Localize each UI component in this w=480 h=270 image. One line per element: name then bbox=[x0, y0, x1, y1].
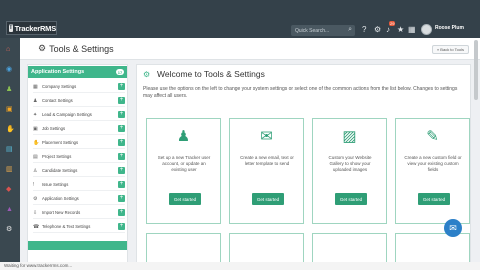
sidebar-item-telephone-text-settings[interactable]: ☎ Telephone & Text Settings + bbox=[33, 221, 125, 233]
user-icon: ♙ bbox=[33, 167, 38, 174]
expand-icon[interactable]: + bbox=[118, 111, 125, 118]
card-text: Set up a new Tracker user account, or up… bbox=[157, 155, 211, 172]
chart-icon[interactable]: ▲ bbox=[6, 206, 13, 214]
notification-badge: 29 bbox=[389, 21, 396, 26]
person-icon: ♟ bbox=[33, 97, 38, 104]
folder-icon[interactable]: ▤ bbox=[6, 146, 13, 154]
search-icon: ⌕ bbox=[348, 26, 352, 33]
sidebar-item-label: Placement Settings bbox=[42, 140, 79, 145]
get-started-button[interactable]: Get started bbox=[252, 193, 284, 205]
gear-icon[interactable]: ⚙ bbox=[374, 26, 381, 34]
expand-icon[interactable]: + bbox=[118, 195, 125, 202]
dashboard-icon[interactable]: ◉ bbox=[6, 66, 12, 74]
expand-icon[interactable]: + bbox=[118, 97, 125, 104]
user-name[interactable]: Roose Plum bbox=[435, 25, 464, 31]
sidebar-item-issue-settings[interactable]: ! Issue Settings + bbox=[33, 179, 125, 191]
sidebar-section-header[interactable] bbox=[28, 241, 127, 250]
sidebar-item-project-settings[interactable]: ▤ Project Settings + bbox=[33, 151, 125, 163]
search-input[interactable]: Quick Search... ⌕ bbox=[291, 25, 355, 36]
get-started-button[interactable]: Get started bbox=[418, 193, 450, 205]
sidebar-item-label: Application Settings bbox=[42, 196, 79, 201]
sidebar-count-badge: 17 bbox=[116, 69, 124, 75]
app-logo[interactable]: T TrackerRMS bbox=[6, 21, 57, 35]
briefcase-icon[interactable]: ▣ bbox=[6, 106, 13, 114]
expand-icon[interactable]: + bbox=[118, 223, 125, 230]
handshake-icon: ✋ bbox=[33, 139, 40, 146]
sidebar-item-label: Candidate Settings bbox=[42, 168, 78, 173]
sidebar-item-application-settings[interactable]: ⚙ Application Settings + bbox=[33, 193, 125, 205]
status-text: Waiting for www.trackerrms.com... bbox=[2, 263, 75, 268]
grid-icon[interactable]: ▦ bbox=[408, 26, 416, 34]
expand-icon[interactable]: + bbox=[118, 153, 125, 160]
help-icon[interactable]: ? bbox=[362, 26, 366, 34]
gear-icon: ⚙ bbox=[38, 43, 47, 53]
sidebar-item-lead-campaign-settings[interactable]: ✦ Lead & Campaign Settings + bbox=[33, 109, 125, 121]
sidebar-item-candidate-settings[interactable]: ♙ Candidate Settings + bbox=[33, 165, 125, 177]
lead-icon: ✦ bbox=[33, 111, 38, 118]
import-icon: ⇩ bbox=[33, 209, 38, 216]
get-started-button[interactable]: Get started bbox=[169, 193, 201, 205]
sidebar-item-label: Company Settings bbox=[42, 84, 77, 89]
phone-icon: ☎ bbox=[33, 223, 40, 230]
sidebar-header[interactable]: Application Settings 17 bbox=[28, 66, 127, 78]
get-started-button[interactable]: Get started bbox=[335, 193, 367, 205]
sidebar-item-job-settings[interactable]: ▣ Job Settings + bbox=[33, 123, 125, 135]
chat-icon[interactable]: ✉ bbox=[444, 219, 462, 237]
welcome-heading: Welcome to Tools & Settings bbox=[157, 69, 265, 79]
folder-icon: ▤ bbox=[33, 153, 38, 160]
user-icon: ♟ bbox=[176, 128, 191, 145]
sidebar-item-label: Job Settings bbox=[42, 126, 66, 131]
envelope-icon: ✉ bbox=[260, 128, 273, 145]
building-icon: ▦ bbox=[33, 83, 38, 90]
card-custom-field: ✎ Create a new custom field or view your… bbox=[395, 118, 470, 224]
image-icon: ▨ bbox=[342, 128, 357, 145]
page-title: ⚙ Tools & Settings bbox=[38, 43, 114, 54]
card-gallery: ▨ Custom your Website Gallery to show yo… bbox=[312, 118, 387, 224]
briefcase-icon: ▣ bbox=[33, 125, 38, 132]
card-template: ✉ Create a new email, text or letter tem… bbox=[229, 118, 304, 224]
expand-icon[interactable]: + bbox=[118, 139, 125, 146]
user-icon[interactable]: ♟ bbox=[6, 86, 12, 94]
avatar[interactable] bbox=[421, 24, 432, 35]
sidebar-item-contact-settings[interactable]: ♟ Contact Settings + bbox=[33, 95, 125, 107]
card-text: Create a new custom field or view your e… bbox=[404, 155, 462, 172]
sidebar-item-label: Project Settings bbox=[42, 154, 72, 159]
sidebar-title: Application Settings bbox=[31, 69, 85, 75]
back-to-tools-button[interactable]: « Back to Tools bbox=[432, 45, 469, 54]
logo-text: TrackerRMS bbox=[14, 23, 57, 33]
sidebar-item-label: Contact Settings bbox=[42, 98, 73, 103]
bell-icon[interactable]: ♪ bbox=[386, 26, 390, 34]
handshake-icon[interactable]: ✋ bbox=[6, 126, 15, 134]
card-text: Create a new email, text or letter templ… bbox=[240, 155, 294, 166]
star-icon[interactable]: ★ bbox=[397, 26, 404, 34]
issue-icon: ! bbox=[33, 181, 35, 188]
gear-icon: ⚙ bbox=[33, 195, 38, 202]
scrollbar[interactable] bbox=[474, 40, 478, 100]
sidebar-item-placement-settings[interactable]: ✋ Placement Settings + bbox=[33, 137, 125, 149]
calendar-icon[interactable]: ▥ bbox=[6, 166, 13, 174]
expand-icon[interactable]: + bbox=[118, 209, 125, 216]
sidebar-item-import-new-records[interactable]: ⇩ Import New Records + bbox=[33, 207, 125, 219]
card-text: Custom your Website Gallery to show your… bbox=[328, 155, 372, 172]
pen-icon: ✎ bbox=[426, 128, 439, 145]
page-title-text: Tools & Settings bbox=[49, 43, 114, 54]
expand-icon[interactable]: + bbox=[118, 181, 125, 188]
settings-rail-icon[interactable]: ⚙ bbox=[6, 226, 12, 234]
home-icon[interactable]: ⌂ bbox=[6, 46, 10, 54]
search-placeholder: Quick Search... bbox=[295, 27, 330, 34]
sidebar-item-label: Import New Records bbox=[42, 210, 81, 215]
sidebar-item-label: Lead & Campaign Settings bbox=[42, 112, 92, 117]
card-user-account: ♟ Set up a new Tracker user account, or … bbox=[146, 118, 221, 224]
cogs-icon: ⚙ bbox=[143, 70, 151, 79]
sidebar-item-company-settings[interactable]: ▦ Company Settings + bbox=[33, 81, 125, 93]
welcome-description: Please use the options on the left to ch… bbox=[143, 86, 458, 99]
report-icon[interactable]: ◆ bbox=[6, 186, 11, 194]
expand-icon[interactable]: + bbox=[118, 167, 125, 174]
sidebar-item-label: Issue Settings bbox=[42, 182, 69, 187]
sidebar-item-label: Telephone & Text Settings bbox=[42, 224, 91, 229]
expand-icon[interactable]: + bbox=[118, 125, 125, 132]
logo-mark-icon: T bbox=[9, 24, 13, 32]
expand-icon[interactable]: + bbox=[118, 83, 125, 90]
